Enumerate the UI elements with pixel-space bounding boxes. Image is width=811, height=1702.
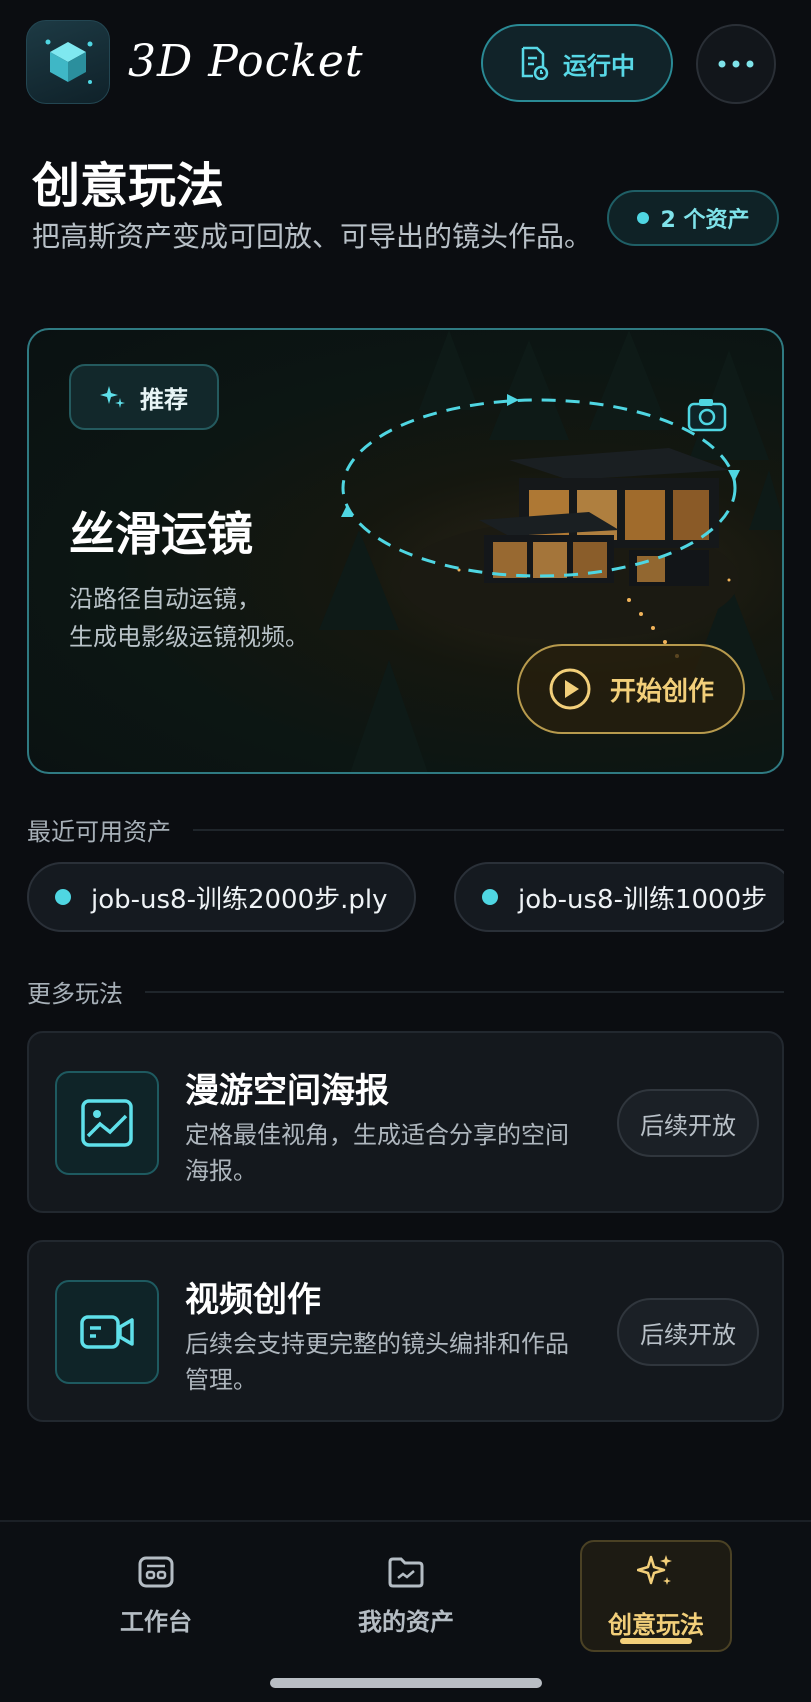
- app-logo: [26, 20, 110, 104]
- more-section-header: 更多玩法: [27, 974, 784, 1009]
- bottom-navigation: 工作台 我的资产 创意玩法: [0, 1520, 811, 1702]
- video-camera-icon: [80, 1315, 134, 1349]
- status-label: 运行中: [563, 51, 635, 80]
- card-description: 后续会支持更完整的镜头编排和作品管理。: [185, 1330, 569, 1394]
- asset-status-dot-icon: [55, 889, 71, 905]
- section-divider: [193, 828, 784, 831]
- hero-title: 丝滑运镜: [69, 507, 253, 561]
- folder-icon: [388, 1557, 424, 1587]
- image-poster-icon: [81, 1099, 133, 1147]
- hero-description-line1: 沿路径自动运镜，: [69, 585, 261, 613]
- more-button[interactable]: [696, 24, 776, 104]
- asset-chip[interactable]: job-us8-训练2000步.ply: [27, 862, 416, 932]
- section-divider: [145, 990, 784, 993]
- recent-assets-section-header: 最近可用资产: [27, 812, 784, 847]
- start-create-button[interactable]: 开始创作: [517, 644, 745, 734]
- page-title: 创意玩法: [32, 158, 225, 214]
- hero-card-smooth-camera[interactable]: 推荐 丝滑运镜 沿路径自动运镜， 生成电影级运镜视频。 开始创作: [27, 328, 784, 774]
- card-title: 漫游空间海报: [185, 1071, 389, 1111]
- running-status-button[interactable]: 运行中: [481, 24, 673, 102]
- asset-chip[interactable]: job-us8-训练1000步: [454, 862, 784, 932]
- asset-chip-label: job-us8-训练2000步.ply: [91, 884, 388, 915]
- cube-logo-icon: [45, 39, 93, 84]
- asset-status-dot-icon: [482, 889, 498, 905]
- nav-item-my-assets[interactable]: 我的资产: [330, 1540, 482, 1652]
- coming-soon-badge: 后续开放: [617, 1298, 759, 1366]
- page-subtitle: 把高斯资产变成可回放、可导出的镜头作品。: [32, 220, 593, 253]
- status-dot-icon: [636, 212, 649, 224]
- hero-description: 沿路径自动运镜， 生成电影级运镜视频。: [69, 580, 389, 656]
- nav-item-creative[interactable]: 创意玩法: [580, 1540, 732, 1652]
- nav-label: 工作台: [120, 1607, 192, 1636]
- recent-assets-title: 最近可用资产: [27, 818, 171, 846]
- sparkle-icon: [637, 1554, 672, 1585]
- recommend-badge: 推荐: [69, 364, 219, 430]
- more-section-title: 更多玩法: [27, 980, 123, 1008]
- home-indicator[interactable]: [270, 1678, 542, 1688]
- card-icon-box: [55, 1071, 159, 1175]
- hero-description-line2: 生成电影级运镜视频。: [69, 623, 309, 651]
- nav-label: 我的资产: [358, 1607, 454, 1636]
- nav-label: 创意玩法: [608, 1610, 704, 1639]
- coming-soon-badge: 后续开放: [617, 1089, 759, 1157]
- nav-item-workbench[interactable]: 工作台: [80, 1540, 232, 1652]
- task-document-icon: [521, 46, 549, 80]
- start-create-label: 开始创作: [609, 676, 714, 707]
- play-circle-icon: [549, 668, 591, 710]
- card-description: 定格最佳视角，生成适合分享的空间海报。: [185, 1121, 569, 1185]
- feature-card-poster[interactable]: 漫游空间海报 定格最佳视角，生成适合分享的空间海报。 后续开放: [27, 1031, 784, 1213]
- asset-chip-label: job-us8-训练1000步: [518, 884, 768, 915]
- asset-count-badge: 2 个资产: [607, 190, 779, 246]
- card-icon-box: [55, 1280, 159, 1384]
- workbench-icon: [138, 1556, 174, 1587]
- app-title: 3D Pocket: [128, 36, 364, 87]
- recent-assets-list: job-us8-训练2000步.ply job-us8-训练1000步: [27, 862, 784, 934]
- asset-count-label: 2 个资产: [660, 208, 750, 233]
- camera-marker-icon: [687, 399, 727, 432]
- more-horizontal-icon: [718, 60, 754, 68]
- sparkle-icon: [100, 386, 125, 408]
- feature-card-video[interactable]: 视频创作 后续会支持更完整的镜头编排和作品管理。 后续开放: [27, 1240, 784, 1422]
- card-title: 视频创作: [185, 1280, 321, 1320]
- recommend-label: 推荐: [140, 385, 188, 414]
- active-indicator: [620, 1638, 692, 1644]
